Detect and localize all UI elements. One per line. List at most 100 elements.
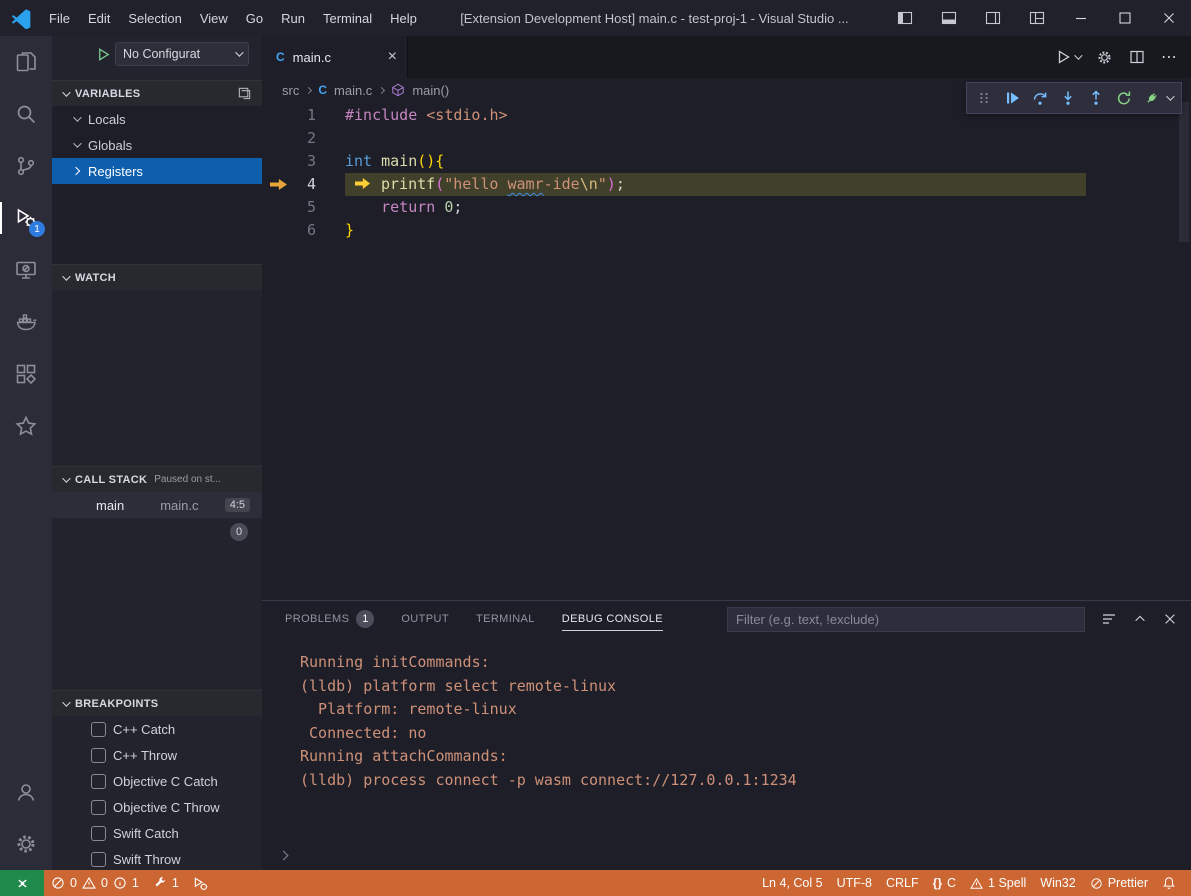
menu-run[interactable]: Run [272, 0, 314, 36]
star-icon[interactable] [0, 400, 52, 452]
glyph-margin[interactable] [262, 173, 296, 196]
console-filter-input[interactable] [727, 607, 1085, 632]
breadcrumb-file[interactable]: main.c [334, 83, 372, 98]
breakpoint-checkbox[interactable] [91, 748, 106, 763]
variables-item-locals[interactable]: Locals [52, 106, 262, 132]
breakpoint-checkbox[interactable] [91, 774, 106, 789]
restart-button[interactable] [1110, 84, 1138, 112]
breakpoint-checkbox[interactable] [91, 722, 106, 737]
code-line-5[interactable]: 5 return 0; [262, 196, 1191, 219]
debug-session-dropdown-chevron[interactable] [1166, 95, 1178, 101]
code-line-2[interactable]: 2 [262, 127, 1191, 150]
debug-config-dropdown[interactable]: No Configurat [115, 42, 249, 66]
panel-tab-terminal[interactable]: TERMINAL [476, 601, 535, 637]
breakpoint-item-c-throw[interactable]: C++ Throw [52, 742, 262, 768]
docker-icon[interactable] [0, 296, 52, 348]
code-line-6[interactable]: 6} [262, 219, 1191, 242]
callstack-frame-row[interactable]: main main.c 4:5 [52, 492, 262, 518]
breakpoints-section-header[interactable]: BREAKPOINTS [52, 690, 262, 716]
code-line-3[interactable]: 3int main(){ [262, 150, 1191, 173]
source-control-icon[interactable] [0, 140, 52, 192]
run-and-debug-icon[interactable]: 1 [0, 192, 52, 244]
remote-explorer-icon[interactable] [0, 244, 52, 296]
callstack-section-header[interactable]: CALL STACK Paused on st... [52, 466, 262, 492]
editor-scrollbar[interactable] [1179, 102, 1189, 242]
extensions-icon[interactable] [0, 348, 52, 400]
explorer-icon[interactable] [0, 36, 52, 88]
menu-file[interactable]: File [40, 0, 79, 36]
split-editor-icon[interactable] [1129, 49, 1145, 65]
glyph-margin[interactable] [262, 127, 296, 150]
toggle-panel-button[interactable] [927, 0, 971, 36]
breadcrumb-symbol[interactable]: main() [412, 83, 449, 98]
menu-help[interactable]: Help [381, 0, 426, 36]
menu-go[interactable]: Go [237, 0, 272, 36]
panel-tab-debug-console[interactable]: DEBUG CONSOLE [562, 601, 663, 637]
breakpoint-item-objective-c-catch[interactable]: Objective C Catch [52, 768, 262, 794]
breakpoint-item-swift-catch[interactable]: Swift Catch [52, 820, 262, 846]
breakpoint-item-swift-throw[interactable]: Swift Throw [52, 846, 262, 870]
panel-tab-problems[interactable]: PROBLEMS1 [285, 601, 374, 637]
maximize-button[interactable] [1103, 0, 1147, 36]
console-options-icon[interactable] [1101, 611, 1117, 627]
more-actions-icon[interactable]: ⋯ [1161, 47, 1177, 67]
disconnect-button[interactable] [1138, 84, 1166, 112]
continue-button[interactable] [998, 84, 1026, 112]
close-panel-icon[interactable] [1163, 612, 1177, 626]
watch-section-header[interactable]: WATCH [52, 264, 262, 290]
toolchain-status[interactable]: 1 [146, 870, 186, 896]
maximize-panel-icon[interactable] [1133, 612, 1147, 626]
customize-layout-button[interactable] [1015, 0, 1059, 36]
breadcrumb-folder[interactable]: src [282, 83, 299, 98]
breakpoint-item-c-catch[interactable]: C++ Catch [52, 716, 262, 742]
settings-gear-icon[interactable] [0, 818, 52, 870]
encoding-indicator[interactable]: UTF-8 [830, 870, 879, 896]
glyph-margin[interactable] [262, 196, 296, 219]
run-or-debug-button[interactable] [1056, 49, 1080, 65]
variables-section-header[interactable]: VARIABLES [52, 80, 262, 106]
breakpoint-checkbox[interactable] [91, 800, 106, 815]
start-debugging-icon[interactable] [96, 47, 111, 62]
glyph-margin[interactable] [262, 219, 296, 242]
menu-edit[interactable]: Edit [79, 0, 119, 36]
console-prompt-icon[interactable] [280, 847, 287, 862]
breakpoint-checkbox[interactable] [91, 852, 106, 867]
menu-terminal[interactable]: Terminal [314, 0, 381, 36]
menu-selection[interactable]: Selection [119, 0, 190, 36]
open-panel-layout-icon[interactable] [237, 86, 252, 101]
eol-indicator[interactable]: CRLF [879, 870, 926, 896]
code-line-4[interactable]: 4printf("hello wamr-ide\n"); [262, 173, 1191, 196]
menu-view[interactable]: View [191, 0, 237, 36]
breakpoint-checkbox[interactable] [91, 826, 106, 841]
search-icon[interactable] [0, 88, 52, 140]
close-tab-icon[interactable]: × [388, 49, 397, 65]
editor[interactable]: 1#include <stdio.h>23int main(){4printf(… [262, 102, 1191, 600]
formatter-indicator[interactable]: Prettier [1083, 870, 1155, 896]
cursor-position[interactable]: Ln 4, Col 5 [755, 870, 829, 896]
debug-status-icon[interactable] [186, 870, 215, 896]
toggle-primary-sidebar-button[interactable] [883, 0, 927, 36]
toggle-secondary-sidebar-button[interactable] [971, 0, 1015, 36]
panel-tab-output[interactable]: OUTPUT [401, 601, 449, 637]
glyph-margin[interactable] [262, 150, 296, 173]
step-into-button[interactable] [1054, 84, 1082, 112]
problems-status[interactable]: 0 0 1 [44, 870, 146, 896]
tab-main-c[interactable]: C main.c × [262, 36, 408, 78]
remote-indicator[interactable] [0, 870, 44, 896]
step-out-button[interactable] [1082, 84, 1110, 112]
console-output[interactable]: Running initCommands:(lldb) platform sel… [262, 637, 1191, 792]
configure-gear-icon[interactable] [1096, 49, 1113, 66]
toolbar-drag-grip[interactable] [970, 84, 998, 112]
notifications-bell-icon[interactable] [1155, 870, 1183, 896]
breakpoint-item-objective-c-throw[interactable]: Objective C Throw [52, 794, 262, 820]
spell-status[interactable]: 1 Spell [963, 870, 1033, 896]
step-over-button[interactable] [1026, 84, 1054, 112]
language-indicator[interactable]: {} C [926, 870, 963, 896]
glyph-margin[interactable] [262, 104, 296, 127]
variables-item-registers[interactable]: Registers [52, 158, 262, 184]
variables-item-globals[interactable]: Globals [52, 132, 262, 158]
platform-indicator[interactable]: Win32 [1033, 870, 1082, 896]
accounts-icon[interactable] [0, 766, 52, 818]
minimize-button[interactable] [1059, 0, 1103, 36]
close-button[interactable] [1147, 0, 1191, 36]
